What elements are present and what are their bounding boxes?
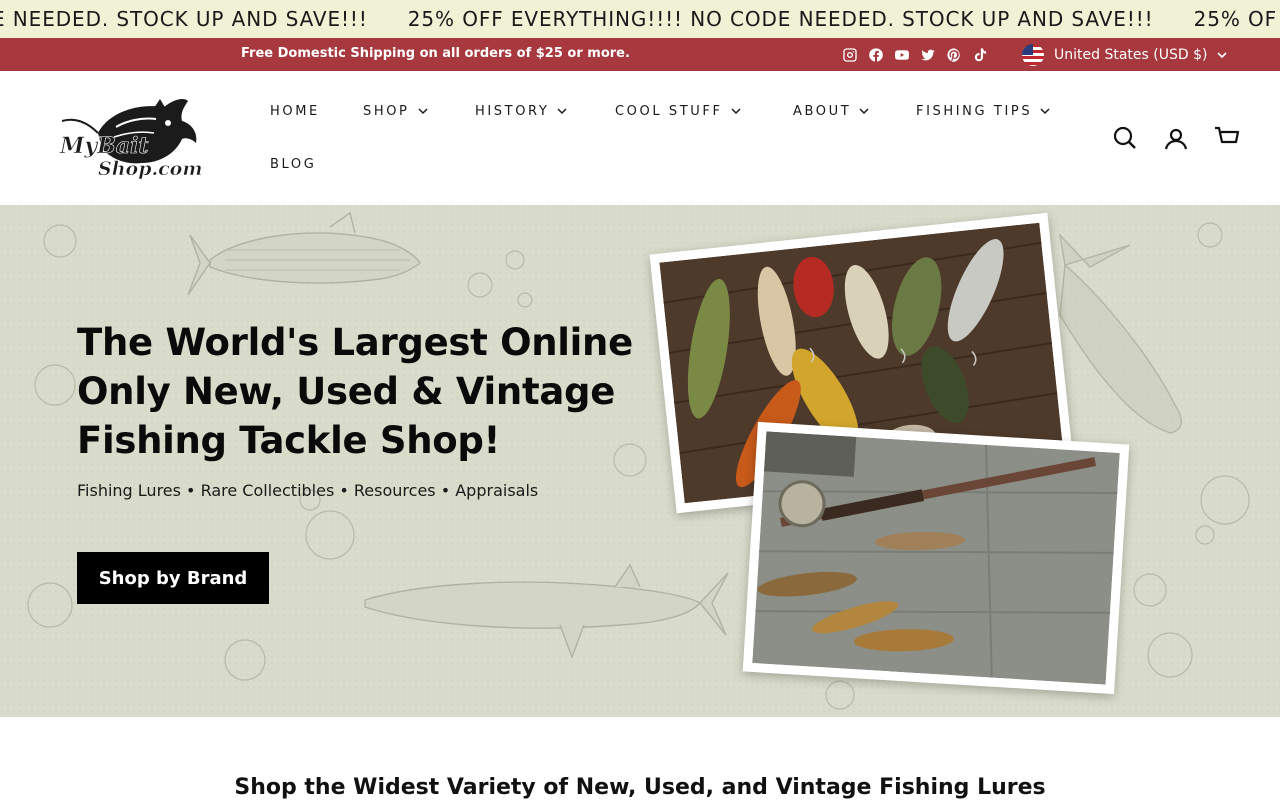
chevron-down-icon	[417, 108, 428, 115]
search-icon[interactable]	[1112, 125, 1138, 151]
currency-selector[interactable]: United States (USD $)	[1022, 44, 1228, 66]
marquee-text: 25% OFF EVERYTHING!!!! NO CODE NEEDED. S…	[407, 7, 1154, 31]
promo-marquee: E NEEDED. STOCK UP AND SAVE!!! 25% OFF EV…	[0, 0, 1280, 38]
nav-label: BLOG	[270, 157, 317, 172]
hero-title: The World's Largest Online Only New, Use…	[77, 321, 633, 462]
us-flag-icon	[1022, 44, 1044, 66]
marquee-text: 25% OF	[1193, 7, 1278, 31]
facebook-icon[interactable]	[867, 46, 885, 64]
nav-label: HOME	[270, 104, 320, 119]
nav-label: FISHING TIPS	[916, 104, 1033, 119]
social-links	[841, 46, 989, 64]
chevron-down-icon	[731, 108, 741, 115]
nav-about[interactable]: ABOUT	[793, 104, 869, 119]
hero-subtitle: Fishing Lures • Rare Collectibles • Reso…	[77, 481, 539, 500]
chevron-down-icon	[557, 108, 567, 115]
bass-logo-icon: MyBait Shop.com	[59, 99, 203, 180]
pinterest-icon[interactable]	[945, 46, 963, 64]
chevron-down-icon	[859, 108, 869, 115]
marquee-text: E NEEDED. STOCK UP AND SAVE!!!	[0, 7, 368, 31]
nav-label: HISTORY	[475, 104, 550, 119]
nav-label: SHOP	[363, 104, 410, 119]
hero-banner: The World's Largest Online Only New, Use…	[0, 205, 1280, 717]
shipping-announcement: Free Domestic Shipping on all orders of …	[241, 46, 630, 61]
cart-icon[interactable]	[1214, 124, 1240, 150]
nav-history[interactable]: HISTORY	[475, 104, 567, 119]
tiktok-icon[interactable]	[971, 46, 989, 64]
section-heading: Shop the Widest Variety of New, Used, an…	[234, 775, 1046, 800]
rod-reel-image	[752, 431, 1120, 685]
nav-label: COOL STUFF	[615, 104, 723, 119]
youtube-icon[interactable]	[893, 46, 911, 64]
nav-label: ABOUT	[793, 104, 852, 119]
instagram-icon[interactable]	[841, 46, 859, 64]
nav-fishing-tips[interactable]: FISHING TIPS	[916, 104, 1050, 119]
nav-home[interactable]: HOME	[270, 104, 320, 119]
site-logo[interactable]: MyBait Shop.com	[56, 93, 206, 185]
currency-label: United States (USD $)	[1054, 47, 1208, 63]
nav-blog[interactable]: BLOG	[270, 157, 316, 172]
shop-by-brand-button[interactable]: Shop by Brand	[77, 552, 269, 604]
nav-cool-stuff[interactable]: COOL STUFF	[615, 104, 741, 119]
twitter-icon[interactable]	[919, 46, 937, 64]
account-icon[interactable]	[1163, 126, 1189, 152]
svg-text:MyBait: MyBait	[59, 133, 149, 159]
chevron-down-icon	[1217, 52, 1228, 59]
nav-shop[interactable]: SHOP	[363, 104, 428, 119]
chevron-down-icon	[1040, 108, 1050, 115]
site-header: MyBait Shop.com HOME SHOP HISTORY COOL S…	[0, 71, 1280, 205]
announcement-bar: Free Domestic Shipping on all orders of …	[0, 38, 1280, 71]
fishing-rod-photo	[742, 421, 1130, 695]
svg-text:Shop.com: Shop.com	[98, 158, 202, 180]
